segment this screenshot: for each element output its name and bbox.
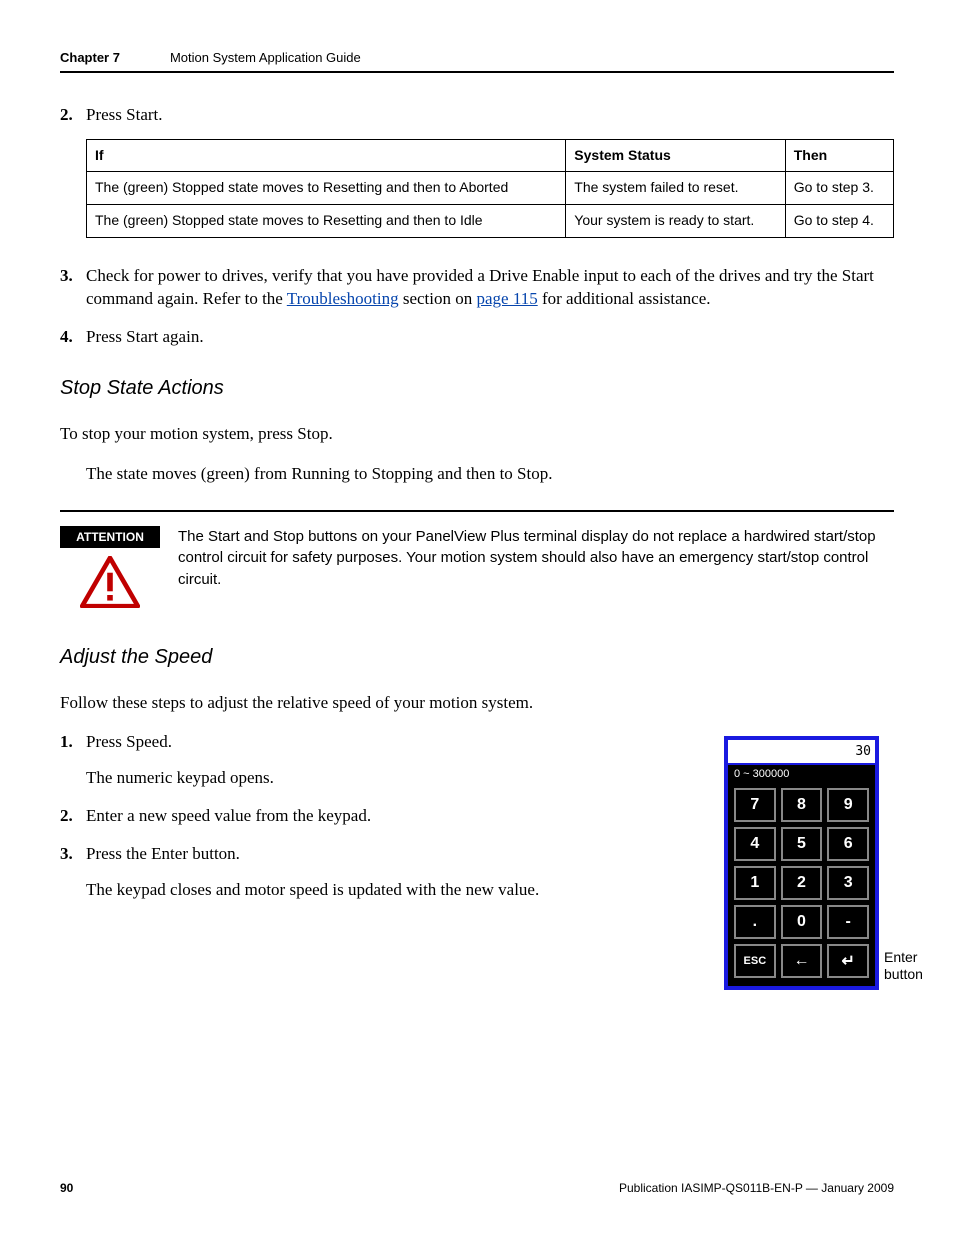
step-number: 2. [60, 804, 86, 828]
step-text: Press Start. [86, 103, 894, 127]
step-number: 3. [60, 842, 86, 902]
key-5[interactable]: 5 [781, 827, 823, 861]
keypad-display: 30 [728, 740, 875, 765]
step-4: 4. Press Start again. [60, 325, 894, 349]
page-number: 90 [60, 1181, 73, 1195]
numeric-keypad: 30 0 ~ 300000 7 8 9 4 5 6 1 2 3 . 0 - ES… [724, 736, 879, 990]
step-subtext: The numeric keypad opens. [86, 766, 704, 790]
step-number: 2. [60, 103, 86, 242]
keypad-range: 0 ~ 300000 [728, 765, 875, 786]
key-1[interactable]: 1 [734, 866, 776, 900]
adjust-heading: Adjust the Speed [60, 646, 894, 669]
publication-info: Publication IASIMP-QS011B-EN-P — January… [619, 1181, 894, 1195]
key-0[interactable]: 0 [781, 905, 823, 939]
step-text: Enter a new speed value from the keypad. [86, 804, 704, 828]
table-cell: Go to step 4. [785, 204, 893, 237]
step-text: Press Start again. [86, 325, 894, 349]
table-cell: Go to step 3. [785, 172, 893, 205]
stop-body-indent: The state moves (green) from Running to … [86, 462, 894, 486]
step-list-mid: 3. Check for power to drives, verify tha… [60, 264, 894, 349]
attention-label: ATTENTION [60, 526, 160, 548]
key-6[interactable]: 6 [827, 827, 869, 861]
page-footer: 90 Publication IASIMP-QS011B-EN-P — Janu… [60, 1181, 894, 1195]
page-header: Chapter 7 Motion System Application Guid… [60, 50, 894, 73]
adjust-step-1: 1. Press Speed. The numeric keypad opens… [60, 730, 704, 790]
table-cell: The system failed to reset. [566, 172, 785, 205]
step-number: 4. [60, 325, 86, 349]
table-cell: The (green) Stopped state moves to Reset… [87, 172, 566, 205]
troubleshooting-link[interactable]: Troubleshooting [287, 289, 399, 308]
page-link[interactable]: page 115 [476, 289, 537, 308]
table-cell: The (green) Stopped state moves to Reset… [87, 204, 566, 237]
stop-body: To stop your motion system, press Stop. [60, 422, 894, 446]
table-cell: Your system is ready to start. [566, 204, 785, 237]
adjust-steps: 1. Press Speed. The numeric keypad opens… [60, 730, 704, 901]
chapter-title: Motion System Application Guide [170, 50, 361, 65]
key-3[interactable]: 3 [827, 866, 869, 900]
chapter-number: Chapter 7 [60, 50, 120, 65]
step-text: Check for power to drives, verify that y… [86, 264, 894, 312]
step-2: 2. Press Start. If System Status Then Th… [60, 103, 894, 242]
step-list-top: 2. Press Start. If System Status Then Th… [60, 103, 894, 242]
adjust-step-2: 2. Enter a new speed value from the keyp… [60, 804, 704, 828]
attention-text: The Start and Stop buttons on your Panel… [178, 526, 894, 608]
key-4[interactable]: 4 [734, 827, 776, 861]
step-3: 3. Check for power to drives, verify tha… [60, 264, 894, 312]
key-backspace[interactable]: ← [781, 944, 823, 978]
table-header-then: Then [785, 139, 893, 172]
step-number: 3. [60, 264, 86, 312]
step-text: Press the Enter button. [86, 842, 704, 866]
key-minus[interactable]: - [827, 905, 869, 939]
table-row: The (green) Stopped state moves to Reset… [87, 172, 894, 205]
key-8[interactable]: 8 [781, 788, 823, 822]
step-subtext: The keypad closes and motor speed is upd… [86, 878, 704, 902]
key-esc[interactable]: ESC [734, 944, 776, 978]
adjust-intro: Follow these steps to adjust the relativ… [60, 691, 894, 715]
enter-button-callout: Enter button [884, 949, 923, 983]
status-table: If System Status Then The (green) Stoppe… [86, 139, 894, 238]
table-header-status: System Status [566, 139, 785, 172]
warning-icon [80, 556, 140, 608]
key-7[interactable]: 7 [734, 788, 776, 822]
table-row: The (green) Stopped state moves to Reset… [87, 204, 894, 237]
step-number: 1. [60, 730, 86, 790]
stop-heading: Stop State Actions [60, 377, 894, 400]
key-9[interactable]: 9 [827, 788, 869, 822]
attention-block: ATTENTION The Start and Stop buttons on … [60, 526, 894, 618]
step-text: Press Speed. [86, 730, 704, 754]
key-dot[interactable]: . [734, 905, 776, 939]
table-header-if: If [87, 139, 566, 172]
key-2[interactable]: 2 [781, 866, 823, 900]
adjust-step-3: 3. Press the Enter button. The keypad cl… [60, 842, 704, 902]
key-enter[interactable]: ↵ [827, 944, 869, 978]
